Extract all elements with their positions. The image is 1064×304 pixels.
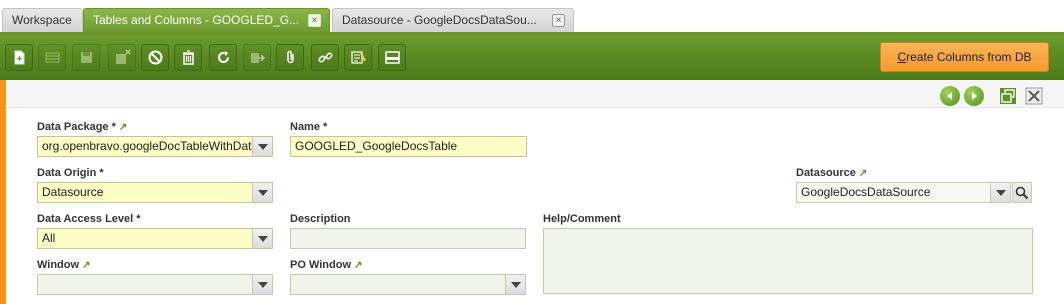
link-arrow-icon[interactable]: ↗	[82, 260, 90, 271]
link-button[interactable]	[311, 44, 339, 71]
search-icon	[1015, 186, 1029, 199]
next-record-icon[interactable]	[964, 86, 984, 106]
new-row-icon	[45, 52, 59, 63]
help-comment-textarea[interactable]	[543, 228, 1033, 294]
dropdown-arrow-icon[interactable]	[252, 229, 272, 248]
save-and-close-button[interactable]	[108, 44, 136, 71]
po-window-label: PO Window ↗	[290, 259, 363, 271]
previous-record-icon[interactable]	[940, 86, 960, 106]
data-origin-label: Data Origin *	[37, 167, 104, 179]
tools-icon	[350, 51, 366, 64]
new-document-button[interactable]	[5, 44, 33, 71]
datasource-field[interactable]: GoogleDocsDataSource	[796, 182, 1011, 203]
attachment-button[interactable]	[276, 44, 304, 71]
export-button[interactable]	[243, 44, 271, 71]
close-window-icon[interactable]	[1024, 86, 1044, 106]
save-button[interactable]	[72, 44, 100, 71]
grid-toggle-button[interactable]	[378, 44, 406, 71]
data-access-level-label: Data Access Level *	[37, 213, 141, 225]
undo-button[interactable]	[141, 44, 169, 71]
form-grid-icon	[384, 51, 400, 64]
description-field[interactable]	[290, 228, 526, 249]
help-comment-label: Help/Comment	[543, 213, 621, 225]
data-origin-field[interactable]: Datasource	[37, 182, 273, 203]
tab-label: Workspace	[12, 13, 72, 27]
tab-workspace[interactable]: Workspace	[2, 8, 83, 32]
tab-bar: Workspace Tables and Columns - GOOGLED_G…	[0, 0, 1064, 36]
save-close-icon	[115, 49, 131, 64]
refresh-icon	[217, 51, 229, 63]
new-document-icon	[14, 50, 24, 65]
create-columns-label: reate Columns from DB	[906, 50, 1032, 64]
create-columns-from-db-button[interactable]: Create Columns from DB	[880, 42, 1049, 72]
dropdown-arrow-icon[interactable]	[990, 183, 1010, 202]
link-arrow-icon[interactable]: ↗	[354, 260, 362, 271]
tools-button[interactable]	[344, 44, 372, 71]
tab-label: Tables and Columns - GOOGLED_G...	[93, 13, 300, 27]
tab-datasource[interactable]: Datasource - GoogleDocsDataSou... ×	[332, 8, 574, 32]
toolbar: Create Columns from DB	[0, 36, 1064, 80]
refresh-button[interactable]	[209, 44, 237, 71]
dropdown-arrow-icon[interactable]	[505, 275, 525, 294]
tab-label: Datasource - GoogleDocsDataSou...	[342, 13, 537, 27]
new-row-button[interactable]	[38, 44, 66, 71]
window-field[interactable]	[37, 274, 273, 295]
delete-button[interactable]	[174, 44, 202, 71]
save-icon	[80, 52, 92, 63]
dropdown-arrow-icon[interactable]	[252, 137, 272, 156]
description-label: Description	[290, 213, 351, 225]
link-icon	[318, 52, 332, 63]
restore-window-icon[interactable]	[998, 86, 1018, 106]
dropdown-arrow-icon[interactable]	[252, 275, 272, 294]
search-button[interactable]	[1012, 182, 1032, 203]
link-arrow-icon[interactable]: ↗	[859, 168, 867, 179]
trash-icon	[182, 50, 194, 65]
accelerator-key: C	[897, 50, 907, 64]
data-access-level-field[interactable]: All	[37, 228, 273, 249]
tab-tables-and-columns[interactable]: Tables and Columns - GOOGLED_G... ×	[83, 8, 330, 32]
close-tab-icon[interactable]: ×	[552, 14, 565, 27]
name-label: Name *	[290, 121, 328, 133]
dropdown-arrow-icon[interactable]	[252, 183, 272, 202]
export-icon	[250, 53, 265, 63]
datasource-label: Datasource ↗	[796, 167, 868, 179]
record-form: Data Package * ↗ org.openbravo.googleDocT…	[6, 108, 1064, 304]
window-label: Window ↗	[37, 259, 91, 271]
name-field[interactable]: GOOGLED_GoogleDocsTable	[290, 136, 527, 157]
data-package-label: Data Package * ↗	[37, 121, 128, 133]
record-navigation-bar	[6, 80, 1064, 108]
paperclip-icon	[286, 50, 294, 64]
data-package-field[interactable]: org.openbravo.googleDocTableWithData	[37, 136, 273, 157]
close-tab-icon[interactable]: ×	[308, 14, 321, 27]
link-arrow-icon[interactable]: ↗	[119, 122, 127, 133]
cancel-icon	[148, 50, 162, 65]
po-window-field[interactable]	[290, 274, 526, 295]
